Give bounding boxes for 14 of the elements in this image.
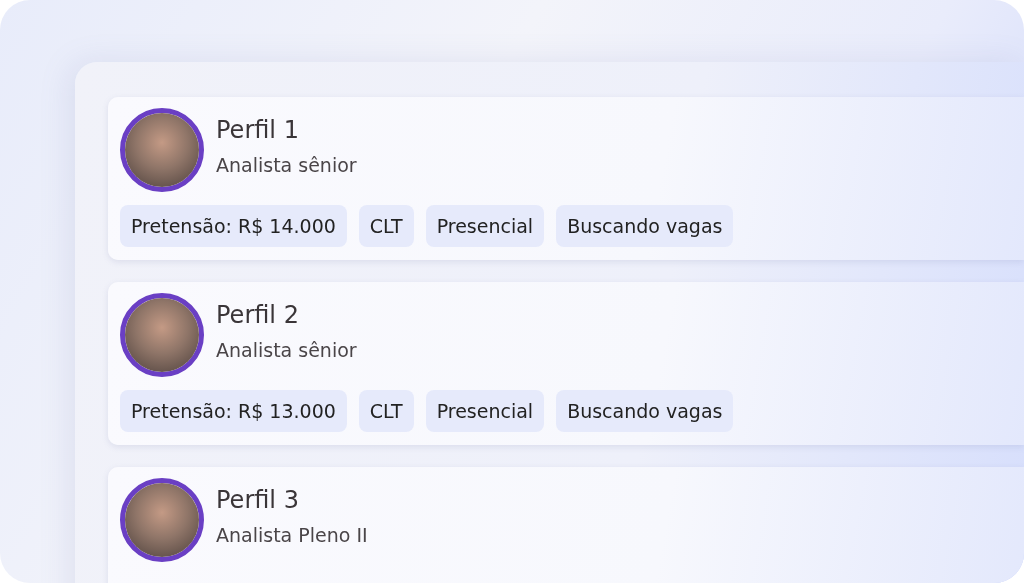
profile-name: Perfil 2	[216, 301, 300, 329]
tag-chip: CLT	[358, 390, 414, 432]
profile-role: Analista Pleno II	[216, 524, 368, 546]
tag-chip: Buscando vagas	[556, 205, 734, 247]
profile-name: Perfil 3	[216, 486, 300, 514]
profile-role: Analista sênior	[216, 154, 357, 176]
tag-chip: CLT	[358, 205, 414, 247]
tag-chip: Pretensão: R$ 13.000	[120, 390, 347, 432]
tag-chip: Pretensão: R$ 14.000	[120, 205, 347, 247]
tag-chip: Buscando vagas	[556, 390, 734, 432]
tag-chip: Presencial	[425, 390, 545, 432]
profile-name: Perfil 1	[216, 116, 300, 144]
profile-role: Analista sênior	[216, 339, 357, 361]
tag-chip: Presencial	[425, 205, 545, 247]
